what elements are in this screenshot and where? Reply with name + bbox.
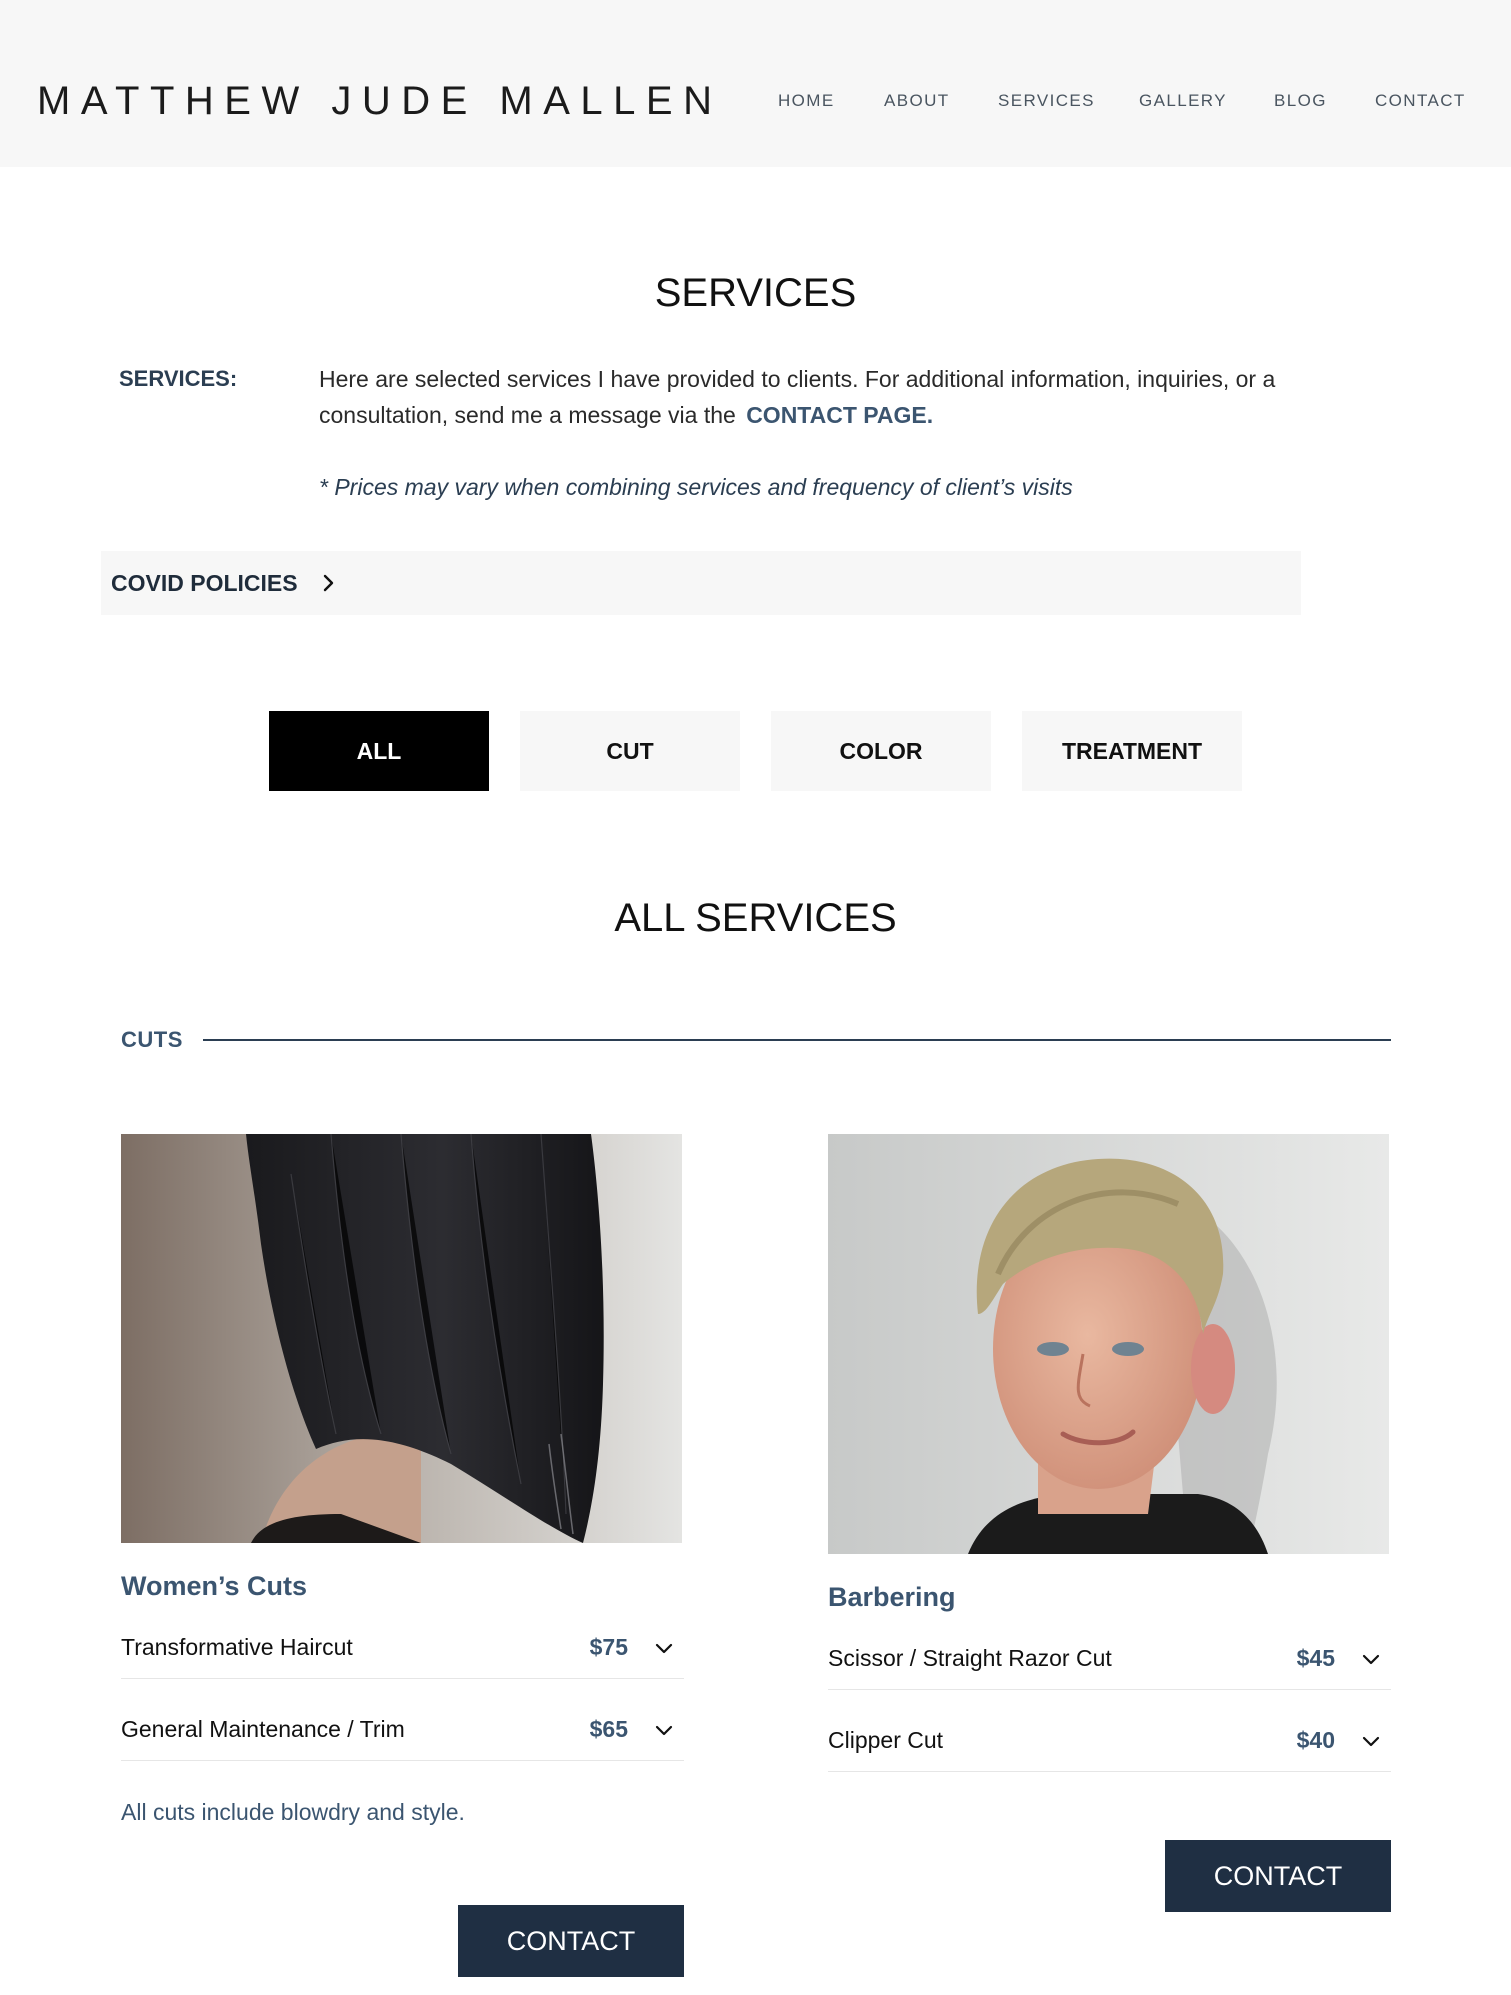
- site-logo[interactable]: MATTHEW JUDE MALLEN: [37, 76, 722, 126]
- service-row-general-maintenance[interactable]: General Maintenance / Trim $65: [121, 1700, 684, 1761]
- intro-paragraph: Here are selected services I have provid…: [319, 361, 1319, 433]
- barbering-title: Barbering: [828, 1582, 956, 1612]
- tab-all[interactable]: ALL: [269, 711, 489, 791]
- service-row-scissor-razor-cut[interactable]: Scissor / Straight Razor Cut $45: [828, 1629, 1391, 1690]
- service-name: Clipper Cut: [828, 1727, 944, 1753]
- page-title: SERVICES: [654, 271, 857, 315]
- service-price: $45: [1296, 1645, 1335, 1671]
- contact-button-barbering[interactable]: CONTACT: [1165, 1840, 1391, 1912]
- chevron-down-icon: [1362, 1654, 1380, 1665]
- womens-cut-photo: [121, 1134, 682, 1543]
- service-name: General Maintenance / Trim: [121, 1716, 405, 1742]
- covid-policies-label: COVID POLICIES: [111, 570, 298, 596]
- nav-blog[interactable]: BLOG: [1274, 90, 1327, 112]
- tab-cut[interactable]: CUT: [520, 711, 740, 791]
- contact-button-womens[interactable]: CONTACT: [458, 1905, 684, 1977]
- covid-policies-toggle[interactable]: COVID POLICIES: [101, 551, 1301, 615]
- nav-gallery[interactable]: GALLERY: [1139, 90, 1227, 112]
- cuts-section-label: CUTS: [121, 1027, 183, 1052]
- chevron-down-icon: [655, 1643, 673, 1654]
- service-price: $65: [589, 1716, 628, 1742]
- chevron-down-icon: [1362, 1736, 1380, 1747]
- nav-contact[interactable]: CONTACT: [1375, 90, 1466, 112]
- price-note: * Prices may vary when combining service…: [319, 474, 1073, 500]
- cuts-footnote: All cuts include blowdry and style.: [121, 1799, 465, 1825]
- service-name: Scissor / Straight Razor Cut: [828, 1645, 1112, 1671]
- all-services-title: ALL SERVICES: [614, 896, 897, 940]
- nav-home[interactable]: HOME: [778, 90, 835, 112]
- womens-cuts-title: Women’s Cuts: [121, 1571, 308, 1601]
- service-row-transformative-haircut[interactable]: Transformative Haircut $75: [121, 1618, 684, 1679]
- nav-about[interactable]: ABOUT: [884, 90, 950, 112]
- chevron-down-icon: [655, 1725, 673, 1736]
- service-price: $40: [1296, 1727, 1335, 1753]
- section-divider: [203, 1039, 1391, 1041]
- tab-color[interactable]: COLOR: [771, 711, 991, 791]
- service-price: $75: [589, 1634, 628, 1660]
- chevron-right-icon: [323, 574, 334, 592]
- service-row-clipper-cut[interactable]: Clipper Cut $40: [828, 1711, 1391, 1772]
- tab-treatment[interactable]: TREATMENT: [1022, 711, 1242, 791]
- services-label: SERVICES:: [119, 366, 238, 391]
- barbering-photo: [828, 1134, 1389, 1554]
- nav-services[interactable]: SERVICES: [998, 90, 1095, 112]
- service-name: Transformative Haircut: [121, 1634, 353, 1660]
- contact-page-link[interactable]: CONTACT PAGE.: [746, 402, 933, 428]
